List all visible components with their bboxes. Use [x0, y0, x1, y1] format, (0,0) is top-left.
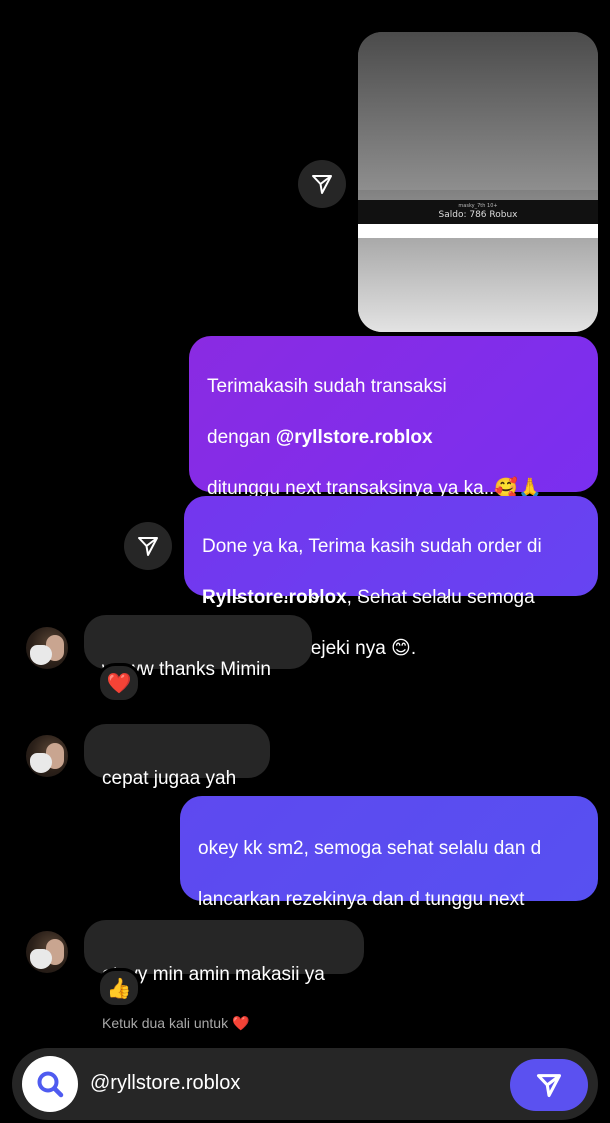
image-small-caption: masky_7th 10+ [458, 203, 498, 209]
heart-icon: ❤️ [106, 672, 132, 695]
thumbs-up-reaction[interactable]: 👍 [97, 968, 141, 1008]
thumbs-up-icon: 👍 [106, 977, 132, 1000]
search-icon [37, 1071, 64, 1098]
paper-plane-icon [536, 1074, 562, 1098]
message-line: Done ya ka, Terima kasih sudah order di [202, 535, 542, 557]
message-line: Ryllstore.roblox, Sehat selalu semoga [202, 585, 580, 611]
heart-icon: ❤️ [231, 1015, 250, 1031]
message-composer[interactable]: @ryllstore.roblox [12, 1048, 598, 1120]
avatar-mask [30, 753, 52, 773]
message-line: Terimakasih sudah transaksi [207, 375, 447, 397]
mention-link[interactable]: @ryllstore.roblox [276, 427, 433, 448]
sent-message-bubble[interactable]: Terimakasih sudah transaksi dengan @ryll… [189, 336, 598, 600]
image-top-area [358, 32, 598, 190]
image-white-band [358, 224, 598, 238]
avatar-mask [30, 949, 52, 969]
image-saldo-text: Saldo: 786 Robux [438, 210, 518, 220]
avatar-mask [30, 645, 52, 665]
double-tap-hint: Ketuk dua kali untuk ❤️ [102, 1015, 249, 1032]
image-caption-strip: masky_7th 10+ Saldo: 786 Robux [358, 200, 598, 224]
message-line: lancarkan rezekinya dan d tunggu next [198, 888, 525, 910]
received-message-bubble[interactable]: oteyy min amin makasii ya [84, 920, 364, 985]
message-text: dengan [207, 426, 276, 448]
paper-plane-icon [138, 537, 158, 556]
search-button[interactable] [22, 1056, 78, 1112]
store-name-text: Ryllstore.roblox [202, 586, 347, 608]
composer-input-text[interactable]: @ryllstore.roblox [90, 1072, 240, 1095]
avatar[interactable] [26, 627, 68, 669]
message-text: cepat jugaa yah [102, 768, 237, 789]
sent-message-bubble[interactable]: Done ya ka, Terima kasih sudah order di … [184, 496, 598, 659]
avatar[interactable] [26, 735, 68, 777]
message-text: , Sehat selalu semoga [346, 586, 535, 608]
paper-plane-icon [312, 175, 332, 194]
avatar[interactable] [26, 931, 68, 973]
heart-reaction[interactable]: ❤️ [97, 663, 141, 703]
share-button[interactable] [298, 160, 346, 208]
message-line: okey kk sm2, semoga sehat selalu dan d [198, 837, 542, 859]
share-button[interactable] [124, 522, 172, 570]
sent-image[interactable]: masky_7th 10+ Saldo: 786 Robux [358, 32, 598, 332]
received-message-bubble[interactable]: woww thanks Mimin [84, 615, 312, 680]
received-message-bubble[interactable]: cepat jugaa yah [84, 724, 270, 789]
message-line: dengan @ryllstore.roblox [207, 425, 580, 451]
sent-message-bubble[interactable]: okey kk sm2, semoga sehat selalu dan d l… [180, 796, 598, 961]
send-button[interactable] [510, 1059, 588, 1111]
hint-text: Ketuk dua kali untuk [102, 1015, 229, 1031]
image-bottom-area [358, 238, 598, 332]
